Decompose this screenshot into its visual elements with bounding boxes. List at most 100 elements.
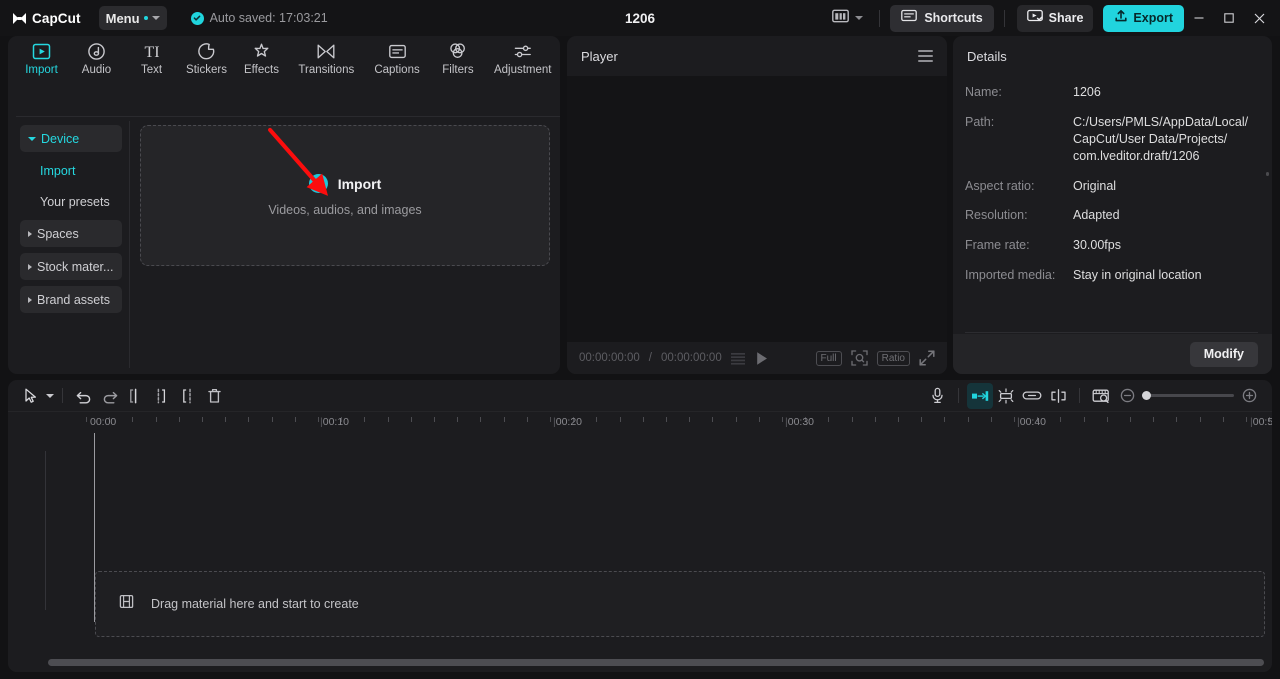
chevron-down-icon [28, 136, 36, 141]
cursor-select-icon[interactable] [18, 383, 44, 409]
export-button[interactable]: Export [1103, 4, 1184, 32]
ruler-label: |00:10 [320, 416, 350, 428]
tab-transitions[interactable]: Transitions [289, 36, 364, 76]
menu-label: Menu [105, 10, 140, 26]
sidebar-item-spaces[interactable]: Spaces [20, 220, 122, 247]
redo-icon[interactable] [97, 383, 123, 409]
zoom-slider-knob[interactable] [1142, 390, 1151, 400]
details-key: Frame rate: [965, 238, 1030, 253]
ruler-tick [712, 417, 714, 422]
ruler-tick [1060, 417, 1062, 422]
trim-right-icon[interactable] [175, 383, 201, 409]
film-strip-icon [119, 594, 134, 614]
sidebar-item-stock-materials[interactable]: Stock mater... [20, 253, 122, 280]
chevron-down-icon[interactable] [46, 393, 54, 398]
close-button[interactable] [1244, 0, 1274, 36]
player-quality-full-button[interactable]: Full [815, 350, 842, 366]
play-button[interactable] [755, 351, 769, 366]
tab-transitions-label: Transitions [298, 64, 355, 76]
divider [879, 9, 881, 27]
details-scrollbar[interactable] [1266, 172, 1269, 176]
check-circle-icon [190, 11, 204, 25]
auto-align-icon[interactable] [993, 383, 1019, 409]
capcut-brand-text: CapCut [32, 10, 81, 26]
share-button[interactable]: Share [1016, 4, 1094, 32]
transitions-icon [316, 41, 336, 61]
import-button[interactable]: Import [308, 174, 381, 193]
timeline-panel: 00:00 |00:10 |00:20 |00:30 |00:40 |00:5 Drag … [8, 380, 1272, 672]
player-menu-icon[interactable] [918, 50, 933, 62]
details-row-resolution: Resolution: Adapted [965, 207, 1258, 224]
tab-audio[interactable]: Audio [69, 36, 124, 76]
sidebar-item-device-label: Device [41, 131, 80, 146]
sidebar-item-brand-assets[interactable]: Brand assets [20, 286, 122, 313]
tab-import[interactable]: Import [14, 36, 69, 76]
timeline-list-icon[interactable] [730, 352, 746, 365]
ruler-label: |00:20 [553, 416, 583, 428]
zoom-out-icon[interactable] [1114, 383, 1140, 409]
text-icon: TI [140, 41, 164, 61]
sidebar-item-your-presets[interactable]: Your presets [20, 189, 122, 215]
sidebar-item-import[interactable]: Import [20, 158, 122, 184]
tab-adjustment[interactable]: Adjustment [485, 36, 560, 76]
fullscreen-icon[interactable] [919, 350, 935, 366]
share-icon [1026, 9, 1043, 27]
zoom-in-icon[interactable] [1236, 383, 1262, 409]
zoom-slider-track[interactable] [1142, 390, 1234, 400]
player-controls: 00:00:00:00 / 00:00:00:00 Full Ratio [567, 342, 947, 374]
scrollbar-thumb[interactable] [48, 659, 1264, 666]
timeline-tracks[interactable]: Drag material here and start to create [8, 433, 1272, 672]
ruler-tick [596, 417, 598, 422]
ruler-tick [990, 417, 992, 422]
menu-button[interactable]: Menu [98, 6, 167, 30]
shortcuts-button[interactable]: Shortcuts [890, 4, 994, 32]
link-icon[interactable] [1019, 383, 1045, 409]
timeline-preview-icon[interactable] [1088, 383, 1114, 409]
snap-toggle-icon[interactable] [967, 382, 993, 409]
tab-import-label: Import [25, 64, 58, 76]
zoom-fit-icon[interactable] [850, 350, 868, 366]
details-value-frame-rate: 30.00fps [1073, 238, 1121, 253]
split-icon[interactable] [123, 383, 149, 409]
selection-tool-group[interactable] [18, 383, 54, 409]
ruler-tick [782, 417, 783, 422]
tab-filters[interactable]: Filters [430, 36, 485, 76]
delete-icon[interactable] [201, 383, 227, 409]
split-playhead-icon[interactable] [1045, 383, 1071, 409]
player-panel: Player 00:00:00:00 / 00:00:00:00 Full Ra… [567, 36, 947, 374]
sidebar-item-brand-assets-label: Brand assets [37, 292, 110, 307]
ruler-tick [86, 417, 87, 422]
sidebar-item-stock-materials-label: Stock mater... [37, 259, 114, 274]
tab-effects[interactable]: Effects [234, 36, 289, 76]
microphone-icon[interactable] [924, 383, 950, 409]
ruler-tick [735, 417, 737, 422]
details-header: Details [953, 36, 1272, 76]
timeline-ruler[interactable]: 00:00 |00:10 |00:20 |00:30 |00:40 |00:5 [8, 411, 1272, 433]
tab-text-label: Text [140, 64, 163, 76]
sidebar-item-device[interactable]: Device [20, 125, 122, 152]
ruler-tick [758, 417, 760, 422]
ruler-tick [132, 417, 134, 422]
empty-track-dropzone[interactable]: Drag material here and start to create [95, 571, 1265, 637]
autosave-text: Auto saved: 17:03:21 [209, 11, 328, 25]
details-footer: Modify [953, 334, 1272, 374]
ruler-tick [1246, 417, 1247, 422]
layout-switch-button[interactable] [826, 5, 869, 32]
ruler-tick [178, 417, 180, 422]
details-row-name: Name: 1206 [965, 84, 1258, 101]
maximize-button[interactable] [1214, 0, 1244, 36]
tab-text[interactable]: TI Text [124, 36, 179, 77]
minimize-button[interactable] [1184, 0, 1214, 36]
tab-audio-label: Audio [81, 64, 112, 76]
tab-stickers[interactable]: Stickers [179, 36, 234, 76]
time-separator: / [648, 352, 652, 364]
player-ratio-button[interactable]: Ratio [876, 350, 910, 366]
tab-captions[interactable]: Captions [364, 36, 431, 76]
player-canvas[interactable] [567, 76, 947, 342]
import-dropzone[interactable]: Import Videos, audios, and images [140, 125, 550, 266]
timeline-zoom-slider[interactable] [1142, 390, 1234, 400]
trim-left-icon[interactable] [149, 383, 175, 409]
undo-icon[interactable] [71, 383, 97, 409]
modify-button[interactable]: Modify [1189, 341, 1258, 367]
timeline-horizontal-scrollbar[interactable] [48, 659, 1264, 666]
